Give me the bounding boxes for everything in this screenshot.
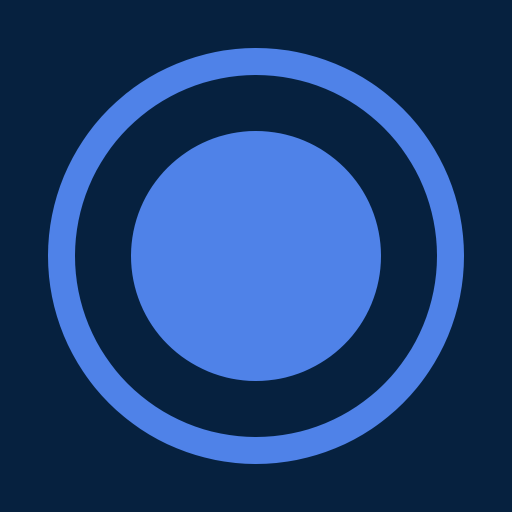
center-dot — [131, 131, 381, 381]
record-target-icon — [48, 48, 464, 464]
app-icon-canvas — [0, 0, 512, 512]
